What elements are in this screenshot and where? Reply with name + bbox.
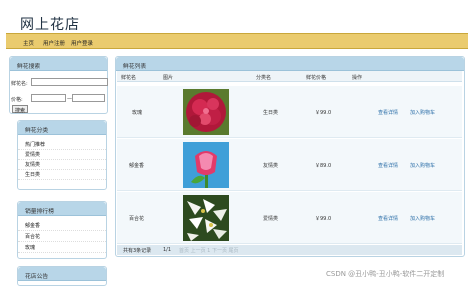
ranking-item[interactable]: 百合花	[18, 233, 106, 242]
price-label: 价格:	[11, 97, 23, 103]
search-panel-title: 鲜花搜索	[10, 57, 107, 71]
nav-login[interactable]: 用户登录	[71, 39, 93, 47]
flower-name: 郁金香	[129, 163, 145, 169]
watermark: CSDN @丑小鸭-丑小鸭-软件二开定制	[326, 270, 445, 278]
lily-image	[183, 195, 229, 241]
record-count: 共有3条记录	[123, 248, 152, 254]
category-item-friendship[interactable]: 友情类	[18, 161, 106, 170]
rose-image	[183, 89, 229, 135]
table-row: 百合花 爱情类 ￥99.0 查看详情 加入购物车	[117, 192, 462, 244]
view-detail-link[interactable]: 查看详情	[378, 215, 398, 222]
search-panel: 鲜花搜索 鲜花名: 价格: — 搜索	[9, 56, 108, 114]
ranking-panel: 销量排行榜 郁金香 百合花 玫瑰	[17, 201, 107, 259]
view-detail-link[interactable]: 查看详情	[378, 109, 398, 116]
price-max-input[interactable]	[72, 94, 105, 102]
add-to-cart-link[interactable]: 加入购物车	[410, 162, 435, 169]
flower-price: ￥99.0	[315, 216, 332, 222]
nav-home[interactable]: 主页	[23, 39, 34, 47]
col-price: 鲜花价格	[306, 75, 327, 81]
flower-price: ￥89.0	[315, 163, 332, 169]
col-image: 图片	[163, 75, 174, 81]
table-row: 玫瑰 生日类 ￥99.0 查看详情 加入购物车	[117, 86, 462, 138]
flower-category: 友情类	[263, 163, 279, 169]
flower-name: 玫瑰	[132, 110, 143, 116]
table-row: 郁金香 友情类 ￥89.0 查看详情 加入购物车	[117, 139, 462, 191]
category-item-birthday[interactable]: 生日类	[18, 171, 106, 180]
flower-list-panel: 鲜花列表 鲜花名 图片 分类名 鲜花价格 操作 玫瑰 生日类 ￥99.0 查看详…	[115, 56, 465, 257]
category-item-hot[interactable]: 热门推荐	[18, 141, 106, 150]
page-links[interactable]: 首页 上一页 1 下一页 尾页	[179, 247, 239, 254]
top-nav: 主页 用户注册 用户登录	[6, 33, 468, 49]
flower-name: 百合花	[129, 216, 145, 222]
col-actions: 操作	[352, 75, 363, 81]
notice-panel-title: 花店公告	[18, 267, 106, 281]
table-header: 鲜花名 图片 分类名 鲜花价格 操作	[117, 71, 462, 82]
category-panel: 鲜花分类 热门推荐 爱情类 友情类 生日类	[17, 120, 107, 190]
col-category: 分类名	[256, 75, 272, 81]
ranking-panel-title: 销量排行榜	[18, 202, 106, 216]
flower-name-input[interactable]	[31, 78, 108, 86]
add-to-cart-link[interactable]: 加入购物车	[410, 109, 435, 116]
ranking-item[interactable]: 玫瑰	[18, 244, 106, 253]
price-min-input[interactable]	[31, 94, 66, 102]
category-panel-title: 鲜花分类	[18, 121, 106, 135]
page-indicator: 1/1	[163, 247, 172, 253]
flower-category: 生日类	[263, 110, 279, 116]
nav-register[interactable]: 用户注册	[43, 39, 65, 47]
flower-list-title: 鲜花列表	[116, 57, 464, 71]
flower-category: 爱情类	[263, 216, 279, 222]
tulip-image	[183, 142, 229, 188]
category-item-love[interactable]: 爱情类	[18, 151, 106, 160]
pagination-bar: 共有3条记录 1/1 首页 上一页 1 下一页 尾页	[117, 245, 462, 255]
ranking-item[interactable]: 郁金香	[18, 222, 106, 231]
site-title: 网上花店	[20, 17, 80, 33]
flower-price: ￥99.0	[315, 110, 332, 116]
notice-panel: 花店公告	[17, 266, 107, 286]
add-to-cart-link[interactable]: 加入购物车	[410, 215, 435, 222]
search-button[interactable]: 搜索	[12, 105, 29, 114]
col-name: 鲜花名	[121, 75, 137, 81]
flower-name-label: 鲜花名:	[11, 81, 28, 87]
view-detail-link[interactable]: 查看详情	[378, 162, 398, 169]
